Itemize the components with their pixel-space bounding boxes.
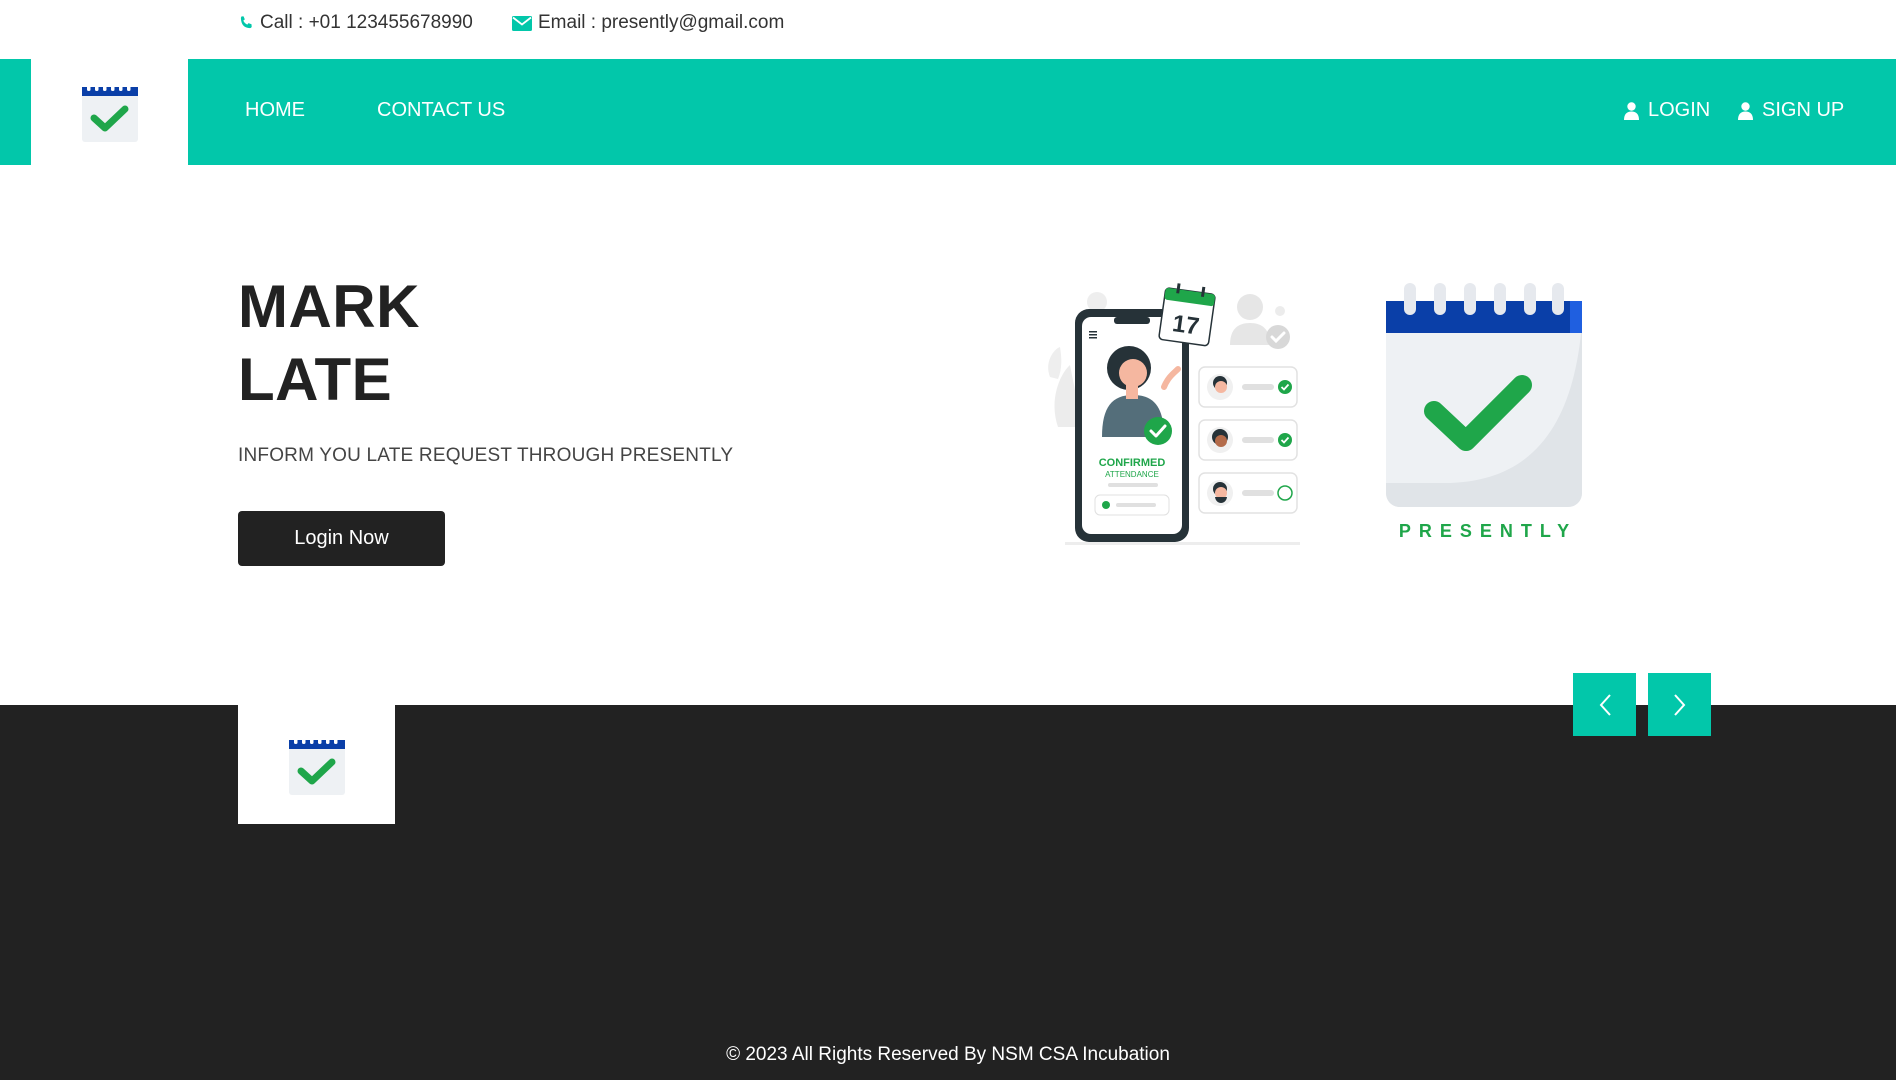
- user-icon: [1624, 101, 1639, 120]
- nav-home-link[interactable]: HOME: [245, 99, 305, 122]
- email-text: Email : presently@gmail.com: [538, 12, 785, 33]
- nav-contact-link[interactable]: CONTACT US: [377, 99, 505, 122]
- attendance-text: ATTENDANCE: [1105, 470, 1159, 479]
- hero-title: MARK LATE: [238, 270, 420, 416]
- chevron-right-icon: [1673, 693, 1685, 716]
- email-info[interactable]: Email : presently@gmail.com: [512, 12, 784, 34]
- hero-title-line2: LATE: [238, 346, 393, 413]
- call-info[interactable]: Call : +01 123455678990: [238, 12, 473, 34]
- presently-brand-logo: [1386, 283, 1582, 507]
- presently-wordmark: PRESENTLY: [1398, 521, 1578, 541]
- footer-copyright: © 2023 All Rights Reserved By NSM CSA In…: [726, 1044, 1170, 1065]
- signup-label: SIGN UP: [1762, 99, 1845, 121]
- call-text: Call : +01 123455678990: [260, 12, 473, 33]
- hero-subtitle: INFORM YOU LATE REQUEST THROUGH PRESENTL…: [238, 445, 734, 466]
- site-logo[interactable]: [31, 59, 188, 165]
- hero-title-line1: MARK: [238, 273, 420, 340]
- main-navbar: HOME CONTACT US LOGIN SIGN UP: [0, 59, 1896, 165]
- login-now-button[interactable]: Login Now: [238, 511, 445, 566]
- carousel-prev-button[interactable]: [1573, 673, 1636, 736]
- envelope-icon: [512, 15, 532, 31]
- footer: © 2023 All Rights Reserved By NSM CSA In…: [0, 705, 1896, 1080]
- carousel-next-button[interactable]: [1648, 673, 1711, 736]
- calendar-check-logo-icon: [81, 83, 138, 142]
- confirmed-text: CONFIRMED: [1099, 457, 1166, 469]
- login-link[interactable]: LOGIN: [1624, 99, 1710, 122]
- footer-logo[interactable]: [238, 705, 395, 824]
- phone-icon: [240, 16, 252, 29]
- hero-slider: MARK LATE INFORM YOU LATE REQUEST THROUG…: [0, 165, 1896, 705]
- top-contact-bar: Call : +01 123455678990 Email : presentl…: [0, 0, 1896, 58]
- user-icon: [1738, 101, 1753, 120]
- signup-link[interactable]: SIGN UP: [1738, 99, 1844, 122]
- calendar-check-logo-icon: [288, 735, 345, 795]
- login-label: LOGIN: [1648, 99, 1711, 121]
- calendar-date-text: 17: [1171, 310, 1201, 340]
- attendance-illustration: CONFIRMED ATTENDANCE 17: [1048, 283, 1300, 545]
- chevron-left-icon: [1599, 693, 1611, 716]
